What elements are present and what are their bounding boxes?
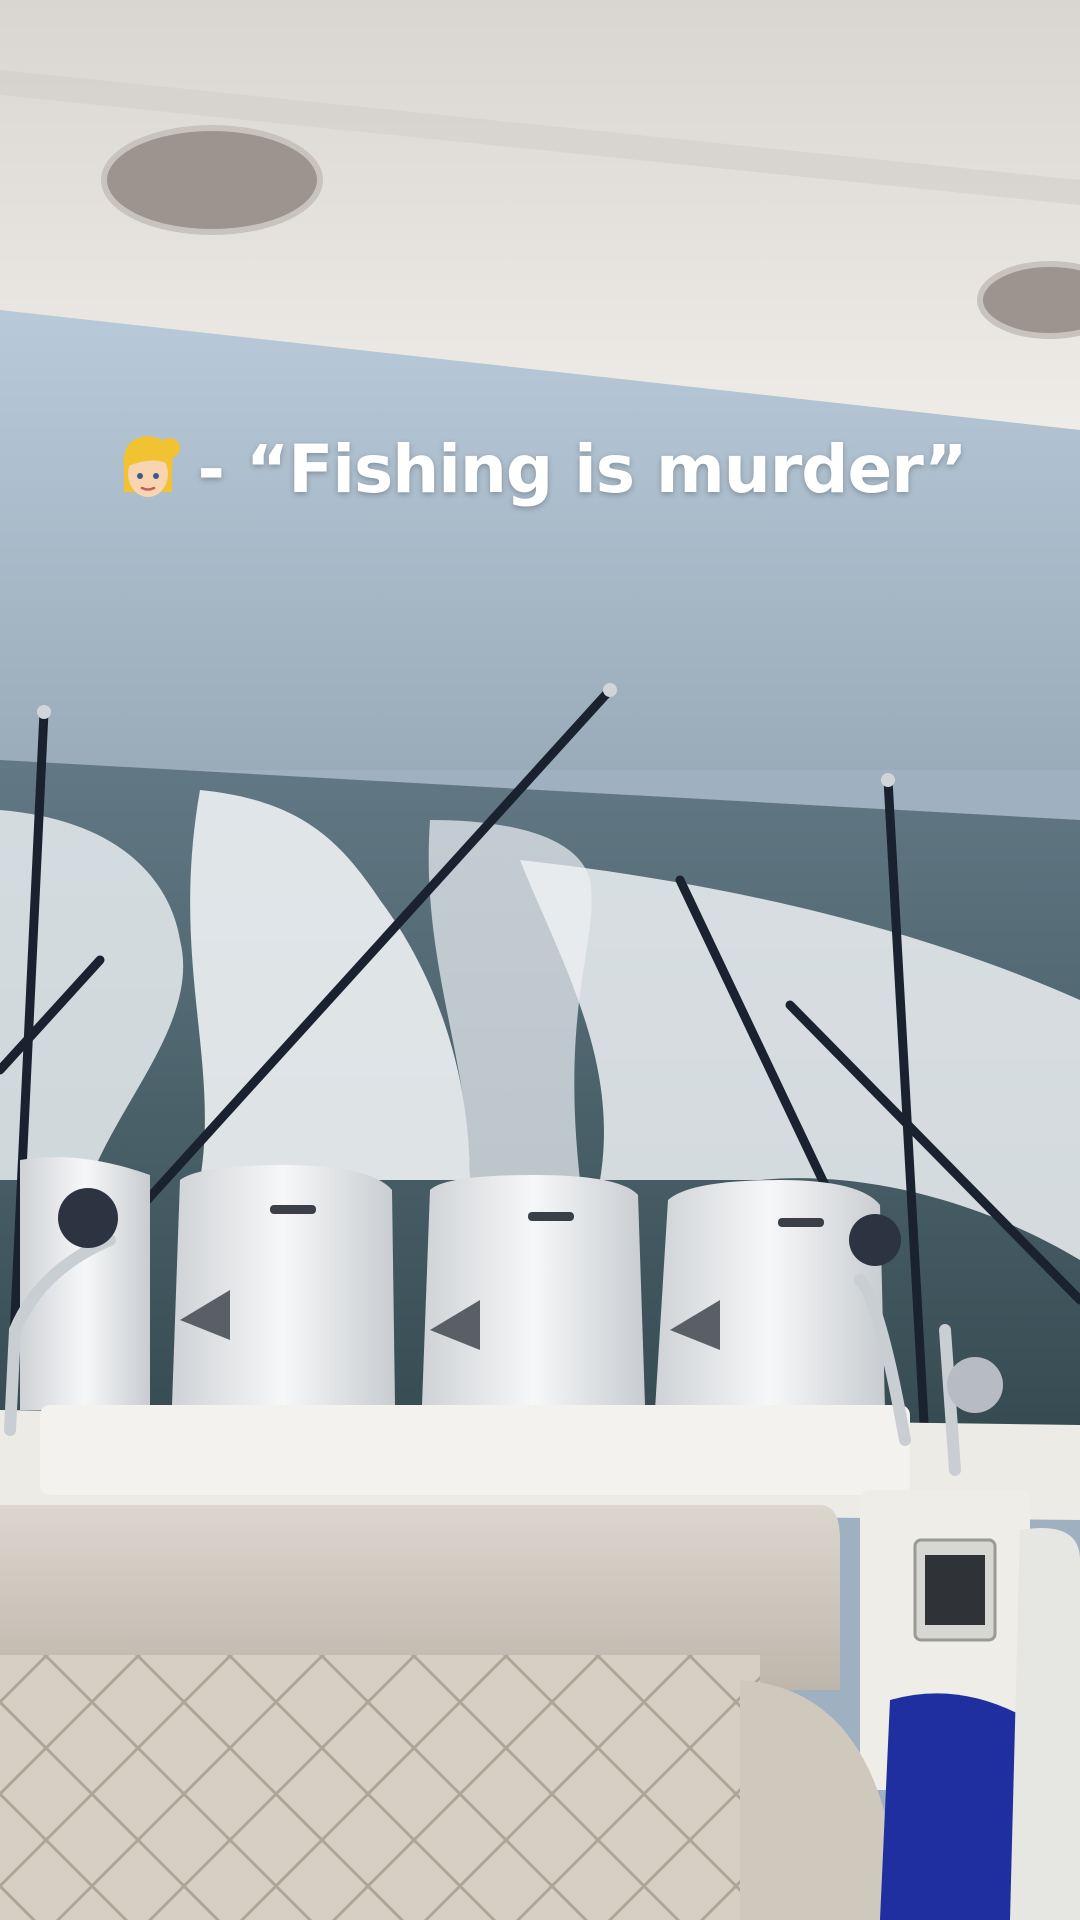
transom-locker <box>40 1405 910 1495</box>
ceiling-speaker-left <box>101 125 323 235</box>
boat-stern-photo <box>0 0 1080 1920</box>
ceiling-speaker-right <box>977 261 1080 339</box>
caption-overlay: - “Fishing is murder” <box>0 430 1080 508</box>
woman-blond-hair-emoji-icon <box>114 430 182 508</box>
video-frame: - “Fishing is murder” <box>0 0 1080 1920</box>
outboard-engines <box>20 1157 885 1410</box>
caption-text: - “Fishing is murder” <box>197 430 968 508</box>
quilted-cushion <box>0 1655 760 1920</box>
blue-towel <box>880 1693 1030 1920</box>
reel <box>947 1357 1003 1413</box>
